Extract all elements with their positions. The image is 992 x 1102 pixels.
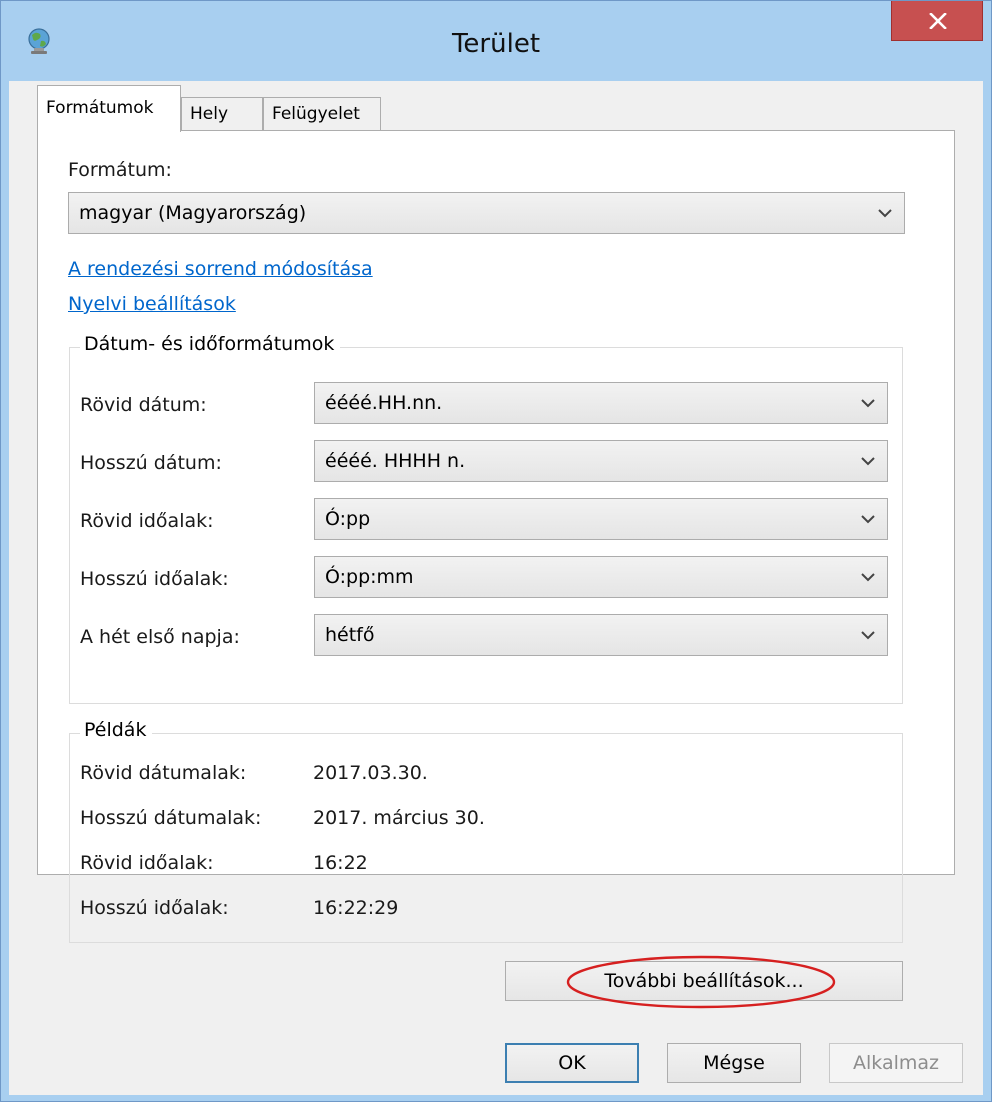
chevron-down-icon [861,399,875,408]
example-long-date-label: Hosszú dátumalak: [80,807,262,829]
chevron-down-icon [878,209,892,218]
first-day-value: hétfő [325,624,375,646]
sort-order-link[interactable]: A rendezési sorrend módosítása [68,258,373,280]
ok-button[interactable]: OK [505,1043,639,1083]
example-short-time-value: 16:22 [313,852,368,874]
region-dialog: Terület Formátumok Hely Felügyelet Formá… [0,0,992,1102]
format-label: Formátum: [68,159,172,181]
close-icon [929,13,947,29]
long-time-value: Ó:pp:mm [325,566,414,588]
tab-administrative[interactable]: Felügyelet [263,97,381,131]
example-short-date-value: 2017.03.30. [313,762,428,784]
formats-panel: Formátum: magyar (Magyarország) A rendez… [37,130,955,943]
example-short-time-label: Rövid időalak: [80,852,214,874]
long-date-label: Hosszú dátum: [80,452,222,474]
chevron-down-icon [861,515,875,524]
first-day-label: A hét első napja: [80,626,240,648]
example-long-time-label: Hosszú időalak: [80,897,229,919]
format-select[interactable]: magyar (Magyarország) [68,192,905,234]
title-bar[interactable]: Terület [1,1,991,81]
dialog-client-area: Formátumok Hely Felügyelet Formátum: mag… [9,81,983,1095]
example-long-time-value: 16:22:29 [313,897,399,919]
short-date-label: Rövid dátum: [80,394,207,416]
date-time-formats-group: Dátum- és időformátumok Rövid dátum: ééé… [69,333,903,704]
first-day-select[interactable]: hétfő [314,614,888,656]
tab-location[interactable]: Hely [181,97,263,131]
short-time-value: Ó:pp [325,508,371,530]
apply-button[interactable]: Alkalmaz [829,1043,963,1083]
tab-formats[interactable]: Formátumok [37,85,181,132]
additional-settings-button[interactable]: További beállítások... [505,961,903,1001]
chevron-down-icon [861,631,875,640]
long-date-value: éééé. HHHH n. [325,450,466,472]
close-button[interactable] [891,1,983,41]
long-date-select[interactable]: éééé. HHHH n. [314,440,888,482]
format-select-value: magyar (Magyarország) [79,202,307,224]
examples-group-title: Példák [80,719,153,741]
long-time-select[interactable]: Ó:pp:mm [314,556,888,598]
short-time-select[interactable]: Ó:pp [314,498,888,540]
window-title: Terület [451,29,541,59]
long-time-label: Hosszú időalak: [80,568,229,590]
examples-group: Példák Rövid dátumalak: 2017.03.30. Hoss… [69,719,903,943]
chevron-down-icon [861,573,875,582]
short-date-select[interactable]: éééé.HH.nn. [314,382,888,424]
short-time-label: Rövid időalak: [80,510,214,532]
language-settings-link[interactable]: Nyelvi beállítások [68,293,236,315]
short-date-value: éééé.HH.nn. [325,392,443,414]
example-long-date-value: 2017. március 30. [313,807,485,829]
chevron-down-icon [861,457,875,466]
cancel-button[interactable]: Mégse [667,1043,801,1083]
example-short-date-label: Rövid dátumalak: [80,762,247,784]
date-time-group-title: Dátum- és időformátumok [80,333,341,355]
